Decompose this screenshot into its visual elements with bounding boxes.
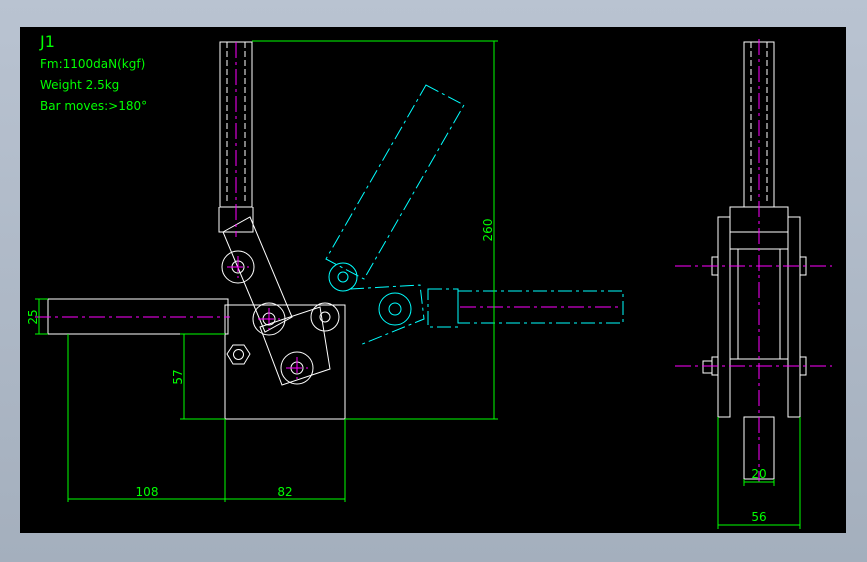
dim-label-82: 82 [277,485,292,499]
pivot-pin-open [337,271,349,283]
side-view [702,41,807,480]
open-position-pivots [328,262,412,326]
front-centerlines [35,42,620,379]
dim-label-20: 20 [751,467,766,481]
pivot-ring [310,302,340,332]
side-plate-right [787,216,801,418]
dim-label-108: 108 [136,485,159,499]
spec-bar-moves: Bar moves:>180° [40,99,147,113]
handle-open-position [325,84,465,280]
open-position-ghost [325,84,624,346]
dim-label-25: 25 [26,309,40,324]
clamp-drawing: J1 Fm:1100daN(kgf) Weight 2.5kg Bar move… [26,32,832,529]
dim-label-56: 56 [751,510,766,524]
spindle-socket-open [427,288,459,328]
cad-drawing-canvas: J1 Fm:1100daN(kgf) Weight 2.5kg Bar move… [20,27,846,533]
pivot-pin-open [388,302,402,316]
link-open-position [349,284,425,346]
link-upper [222,216,293,333]
nut-bore [233,349,244,360]
drawing-title: J1 [39,32,55,51]
pivot-ring-open [378,292,412,326]
side-plate-left [717,216,731,418]
hex-nut [226,344,251,365]
pivot-ring-open [328,262,358,292]
dim-label-57: 57 [171,369,185,384]
side-centerlines [675,39,832,482]
dim-label-260: 260 [481,219,495,242]
spec-weight: Weight 2.5kg [40,78,119,92]
spec-force: Fm:1100daN(kgf) [40,57,145,71]
side-nut [702,360,713,374]
